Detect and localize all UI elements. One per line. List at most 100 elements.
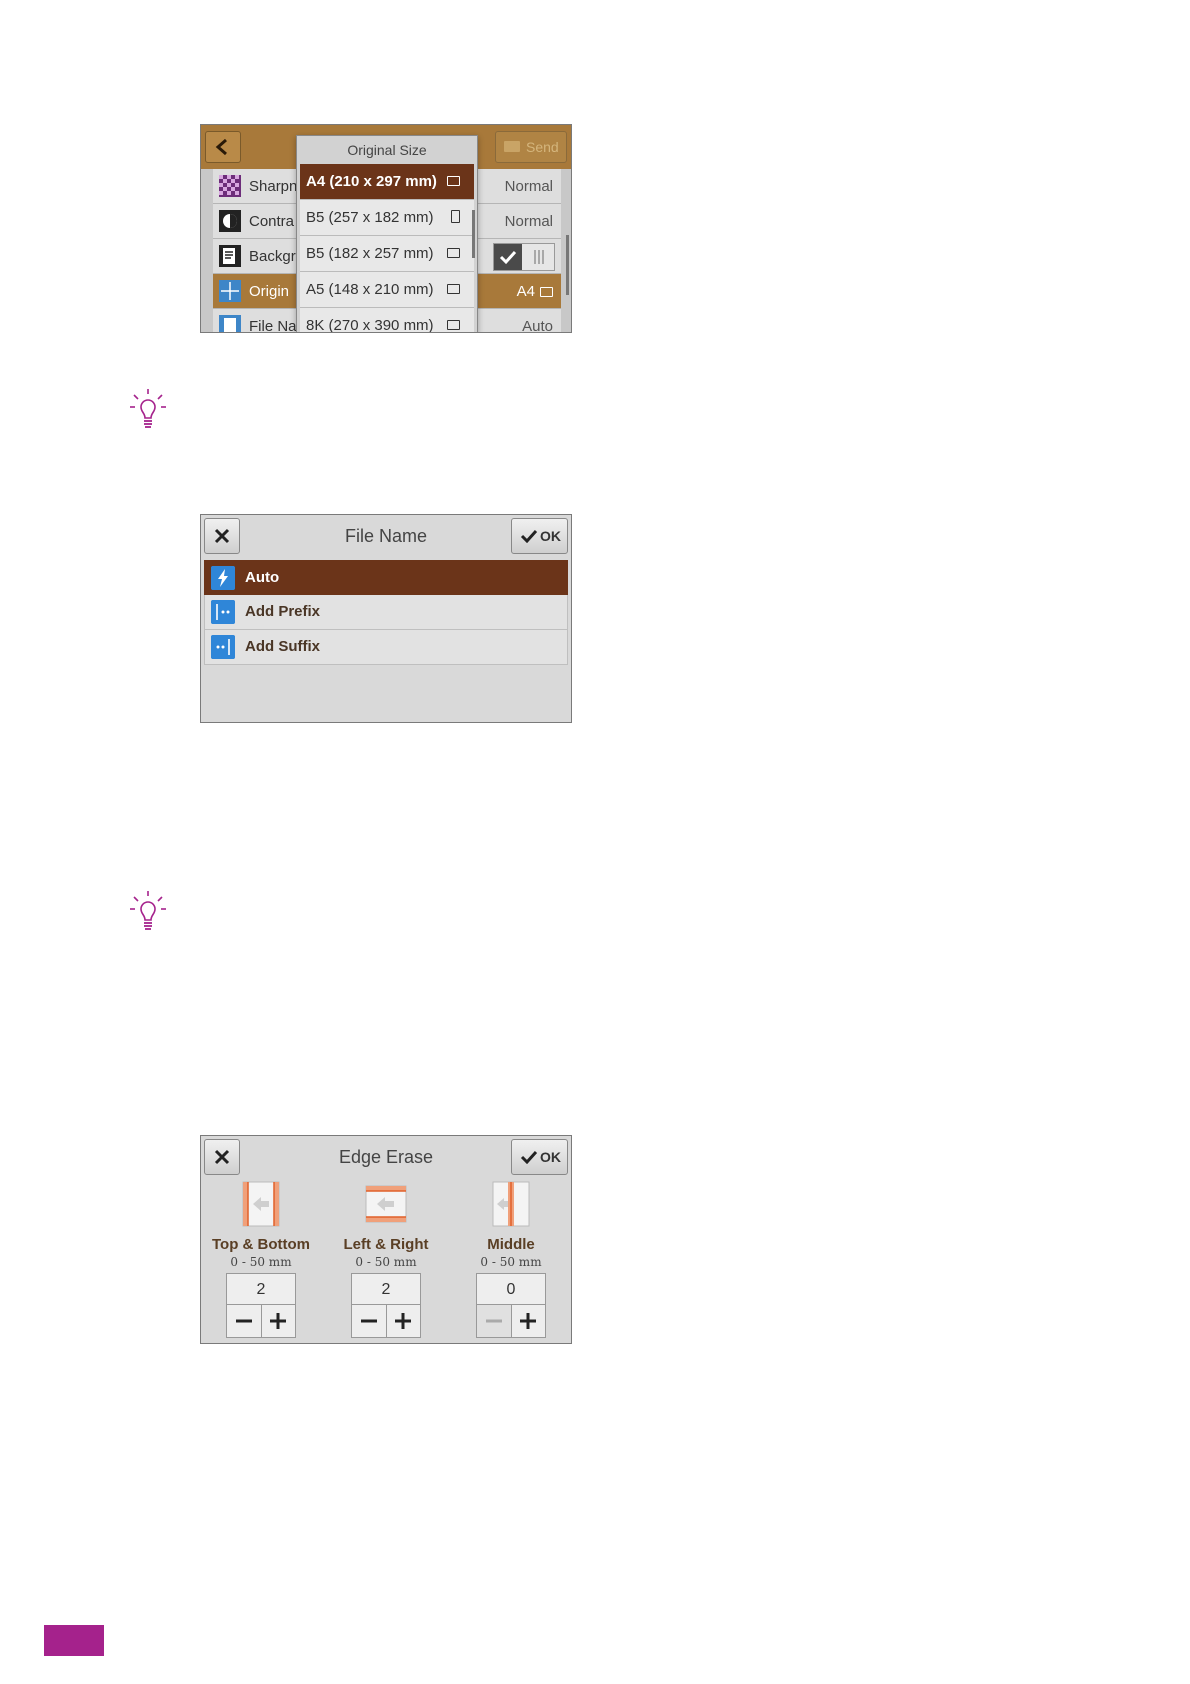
ok-button[interactable]: OK <box>511 518 568 554</box>
settings-row-value: A4 <box>516 283 535 300</box>
edge-erase-screenshot: Edge Erase OK Top & Bottom 0 - 50 mm 2 L… <box>200 1135 572 1344</box>
edge-range: 0 - 50 mm <box>480 1255 542 1269</box>
checker-icon <box>219 175 241 197</box>
landscape-orientation-icon <box>540 287 553 297</box>
edge-erase-middle: Middle 0 - 50 mm 0 <box>451 1180 571 1338</box>
check-icon <box>520 529 538 543</box>
back-button[interactable] <box>205 131 241 163</box>
increment-button[interactable] <box>261 1305 295 1337</box>
close-button[interactable] <box>204 1139 240 1175</box>
contrast-icon <box>219 210 241 232</box>
size-option-label: B5 (257 x 182 mm) <box>306 209 434 226</box>
increment-button[interactable] <box>511 1305 545 1337</box>
document-icon <box>219 245 241 267</box>
size-option-b5-portrait[interactable]: B5 (257 x 182 mm) <box>300 200 474 236</box>
check-icon <box>499 250 517 265</box>
size-option-label: 8K (270 x 390 mm) <box>306 317 434 333</box>
option-add-suffix[interactable]: Add Suffix <box>204 630 568 665</box>
file-name-options: Auto Add Prefix Add Suffix <box>204 560 568 665</box>
edge-name: Left & Right <box>343 1236 429 1253</box>
settings-row-label: Origin <box>249 283 290 300</box>
landscape-orientation-icon <box>447 284 460 294</box>
portrait-orientation-icon <box>451 210 460 223</box>
send-label: Send <box>526 139 559 155</box>
ok-label: OK <box>540 528 561 544</box>
edge-stepper <box>476 1305 546 1338</box>
close-button[interactable] <box>204 518 240 554</box>
original-size-popup: Original Size A4 (210 x 297 mm) B5 (257 … <box>296 135 478 333</box>
edge-value-field[interactable]: 2 <box>226 1273 296 1305</box>
size-option-8k[interactable]: 8K (270 x 390 mm) <box>300 308 474 333</box>
landscape-orientation-icon <box>447 248 460 258</box>
size-option-label: A4 (210 x 297 mm) <box>306 173 437 190</box>
settings-row-value: Auto <box>522 318 553 333</box>
list-scrollbar[interactable] <box>566 235 569 295</box>
settings-row-label: Sharpn <box>249 178 298 195</box>
increment-button[interactable] <box>386 1305 420 1337</box>
landscape-orientation-icon <box>447 176 460 186</box>
minus-icon <box>361 1319 377 1323</box>
decrement-button[interactable] <box>352 1305 387 1337</box>
edge-value-field[interactable]: 2 <box>351 1273 421 1305</box>
send-button[interactable]: Send <box>495 131 567 163</box>
edge-name: Middle <box>487 1236 535 1253</box>
edge-value-field[interactable]: 0 <box>476 1273 546 1305</box>
lightbulb-tip-icon <box>130 389 166 428</box>
settings-row-label: Backgr <box>249 248 296 265</box>
option-add-prefix[interactable]: Add Prefix <box>204 595 568 630</box>
ok-button[interactable]: OK <box>511 1139 568 1175</box>
option-label: Add Prefix <box>245 603 321 620</box>
page-marker-tab <box>44 1625 104 1656</box>
plus-icon <box>270 1313 286 1329</box>
left-right-erase-icon <box>365 1185 407 1223</box>
file-icon <box>219 315 241 332</box>
size-option-a4[interactable]: A4 (210 x 297 mm) <box>300 164 474 200</box>
edge-stepper <box>226 1305 296 1338</box>
top-bottom-erase-icon <box>242 1181 280 1227</box>
lightbulb-tip-icon <box>130 891 166 930</box>
minus-icon <box>486 1319 502 1323</box>
settings-row-value: Normal <box>504 213 553 230</box>
option-label: Add Suffix <box>245 638 320 655</box>
option-auto[interactable]: Auto <box>204 560 568 595</box>
decrement-button[interactable] <box>227 1305 262 1337</box>
suffix-icon <box>211 635 235 659</box>
back-arrow-icon <box>215 138 227 156</box>
minus-icon <box>236 1319 252 1323</box>
settings-row-value: Normal <box>504 178 553 195</box>
middle-erase-icon <box>492 1181 530 1227</box>
close-icon <box>214 1149 230 1165</box>
size-option-b5-landscape[interactable]: B5 (182 x 257 mm) <box>300 236 474 272</box>
edge-erase-left-right: Left & Right 0 - 50 mm 2 <box>326 1180 446 1338</box>
size-option-label: A5 (148 x 210 mm) <box>306 281 434 298</box>
original-size-screenshot: Send Sharpn Normal Contra Normal Backgr … <box>200 124 572 333</box>
check-icon <box>520 1150 538 1164</box>
envelope-icon <box>504 141 520 152</box>
plus-icon <box>395 1313 411 1329</box>
size-option-a5[interactable]: A5 (148 x 210 mm) <box>300 272 474 308</box>
toggle-on-segment <box>494 244 522 270</box>
background-toggle[interactable] <box>493 243 555 271</box>
edge-range: 0 - 50 mm <box>230 1255 292 1269</box>
edge-erase-top-bottom: Top & Bottom 0 - 50 mm 2 <box>201 1180 321 1338</box>
crop-icon <box>219 280 241 302</box>
landscape-orientation-icon <box>447 320 460 330</box>
size-option-label: B5 (182 x 257 mm) <box>306 245 434 262</box>
edge-name: Top & Bottom <box>211 1236 311 1253</box>
lines-icon <box>534 250 544 264</box>
lightning-icon <box>211 566 235 590</box>
dialog-title: Edge Erase <box>338 1147 434 1167</box>
plus-icon <box>520 1313 536 1329</box>
close-icon <box>214 528 230 544</box>
popup-scrollbar[interactable] <box>472 210 475 258</box>
option-label: Auto <box>245 569 280 586</box>
edge-stepper <box>351 1305 421 1338</box>
edge-range: 0 - 50 mm <box>355 1255 417 1269</box>
settings-row-label: Contra <box>249 213 295 230</box>
popup-title: Original Size <box>347 142 427 158</box>
decrement-button[interactable] <box>477 1305 512 1337</box>
file-name-screenshot: File Name OK Auto Add Prefix Add Suffix <box>200 514 572 723</box>
ok-label: OK <box>540 1149 561 1165</box>
dialog-title: File Name <box>344 526 428 546</box>
prefix-icon <box>211 600 235 624</box>
